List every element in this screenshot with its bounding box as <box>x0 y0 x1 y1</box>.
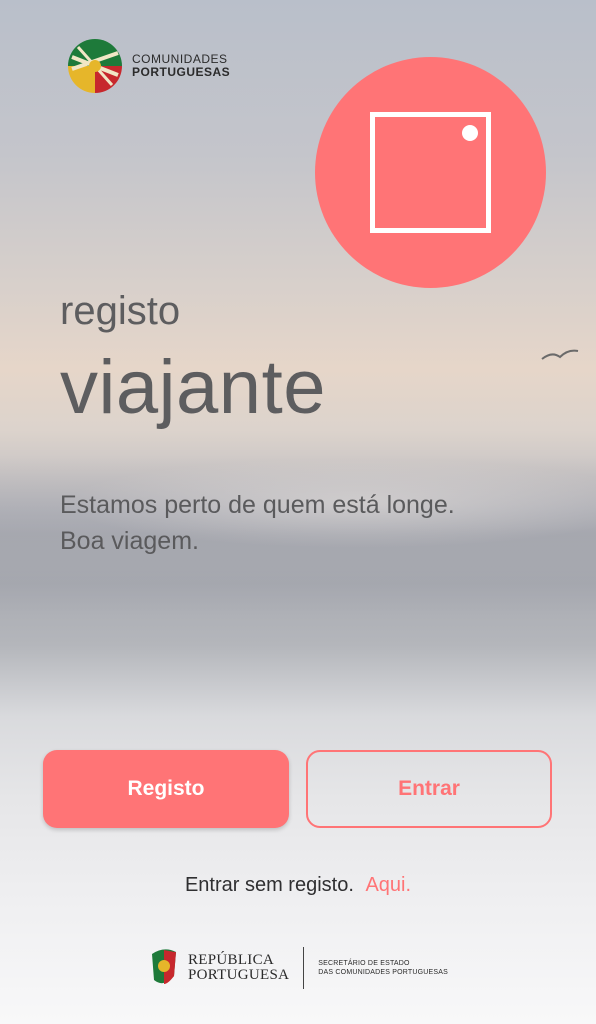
footer-divider <box>303 947 305 989</box>
register-button[interactable]: Registo <box>43 750 289 828</box>
guest-entry-link[interactable]: Aqui. <box>365 874 411 896</box>
seagull-icon <box>541 349 579 360</box>
footer-government: REPÚBLICA PORTUGUESA SECRETÁRIO DE ESTAD… <box>150 945 448 991</box>
gov-line2: PORTUGUESA <box>188 967 290 983</box>
app-logo: COMUNIDADES PORTUGUESAS <box>68 39 230 93</box>
heading-registo: registo <box>60 289 181 333</box>
tagline: Estamos perto de quem está longe. Boa vi… <box>60 487 455 559</box>
heading-viajante: viajante <box>60 345 326 430</box>
republic-emblem-icon <box>152 949 176 984</box>
gov-sub-line2: DAS COMUNIDADES PORTUGUESAS <box>318 969 449 976</box>
enter-button[interactable]: Entrar <box>306 750 552 828</box>
camera-icon <box>370 112 491 233</box>
gov-sub-line1: SECRETÁRIO DE ESTADO <box>318 960 410 967</box>
guest-entry-row: Entrar sem registo. Aqui. <box>0 874 596 897</box>
logo-icon <box>68 39 122 93</box>
camera-dot <box>462 125 478 141</box>
camera-button[interactable] <box>315 57 546 288</box>
guest-entry-text: Entrar sem registo. <box>184 874 354 896</box>
gov-line1: REPÚBLICA <box>188 952 275 968</box>
tagline-line2: Boa viagem. <box>60 527 199 555</box>
tagline-line1: Estamos perto de quem está longe. <box>60 491 455 519</box>
logo-line2: PORTUGUESAS <box>132 65 231 79</box>
gov-subtitle: SECRETÁRIO DE ESTADO DAS COMUNIDADES POR… <box>318 959 448 977</box>
gov-title: REPÚBLICA PORTUGUESA <box>188 953 289 983</box>
